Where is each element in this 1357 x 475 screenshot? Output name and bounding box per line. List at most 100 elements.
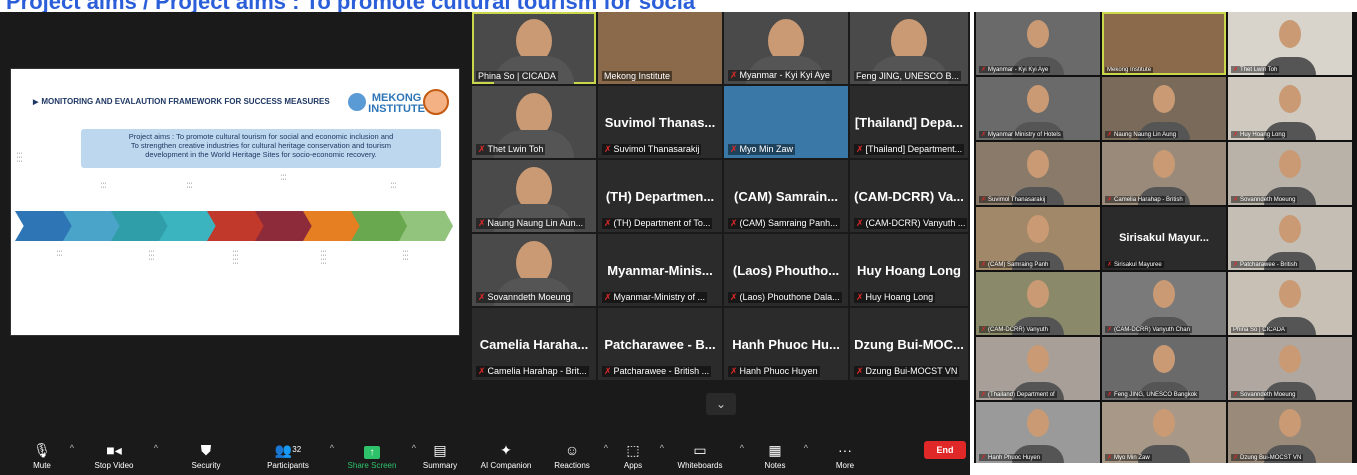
participant-tile[interactable]: ✗ Dzung Bui-MOCST VN	[1228, 402, 1352, 463]
participant-tile[interactable]: Camelia Haraha... ✗ Camelia Harahap - Bri…	[472, 308, 596, 380]
participant-tile[interactable]: (Laos) Phoutho... ✗ (Laos) Phouthone Dala…	[724, 234, 848, 306]
participant-tile[interactable]: Suvimol Thanas... ✗ Suvimol Thanasarakij	[598, 86, 722, 158]
stop-video-button[interactable]: ■◂ Stop Video ^	[84, 441, 159, 470]
chevron-up-icon[interactable]: ^	[412, 443, 416, 453]
participant-name: ✗ (CAM-DCRR) Vanyuth ...	[854, 218, 968, 229]
chevron-up-icon[interactable]: ^	[740, 443, 744, 453]
participant-tile[interactable]: Sirisakul Mayur... ✗ Sirisakul Mayuree	[1102, 207, 1226, 270]
shared-screen-slide: MONITORING AND EVALAUTION FRAMEWORK FOR …	[10, 68, 460, 336]
participant-tile[interactable]: ✗ Naung Naung Lin Aung	[1102, 77, 1226, 140]
muted-mic-icon: ✗	[856, 292, 864, 302]
participant-tile[interactable]: ✗ Sovanndeth Moeung	[472, 234, 596, 306]
notes-button[interactable]: ▦ Notes ^	[756, 441, 808, 470]
participant-tile[interactable]: ✗ Thet Lwin Toh	[472, 86, 596, 158]
participant-tile[interactable]: ✗ Sovanndeth Moeung	[1228, 337, 1352, 400]
participant-tile[interactable]: ✗ Camelia Harahap - British	[1102, 142, 1226, 205]
muted-mic-icon: ✗	[981, 327, 987, 333]
participant-display-name: Patcharawee - B...	[604, 336, 716, 352]
chevron-up-icon[interactable]: ^	[604, 443, 608, 453]
participant-tile[interactable]: ✗ (CAM-DCRR) Vanyuth	[976, 272, 1100, 335]
muted-mic-icon: ✗	[1107, 262, 1113, 268]
participant-display-name: Sirisakul Mayur...	[1119, 232, 1209, 245]
participant-tile[interactable]: [Thailand] Depa... ✗ [Thailand] Departmen…	[850, 86, 968, 158]
participant-tile[interactable]: ✗ Myanmar - Kyi Kyi Aye	[976, 12, 1100, 75]
participant-tile[interactable]: Huy Hoang Long ✗ Huy Hoang Long	[850, 234, 968, 306]
participant-tile[interactable]: (CAM-DCRR) Va... ✗ (CAM-DCRR) Vanyuth ...	[850, 160, 968, 232]
participant-display-name: Suvimol Thanas...	[604, 114, 716, 130]
participant-tile[interactable]: ✗ Naung Naung Lin Aun...	[472, 160, 596, 232]
framework-note: ▪ ▪ ▪ ▪ ▪ ▪	[391, 181, 396, 189]
meeting-toolbar: 🎙 Mute ^ ■◂ Stop Video ^ ⛊ Security 👥32 Partic…	[0, 437, 970, 475]
participant-tile[interactable]: Phina So | CICADA	[472, 12, 596, 84]
security-button[interactable]: ⛊ Security	[184, 441, 228, 470]
participant-name: ✗ (CAM) Samraing Panh...	[728, 218, 840, 229]
participant-tile[interactable]: Phina So | CICADA	[1228, 272, 1352, 335]
participant-tile[interactable]: Hanh Phuoc Hu... ✗ Hanh Phuoc Huyen	[724, 308, 848, 380]
participant-tile[interactable]: ✗ Huy Hoang Long	[1228, 77, 1352, 140]
participant-tile[interactable]: ✗ Myanmar - Kyi Kyi Aye	[724, 12, 848, 84]
ai-companion-button[interactable]: ✦ AI Companion	[474, 441, 538, 470]
muted-mic-icon: ✗	[604, 218, 612, 228]
zoom-meeting-window: MONITORING AND EVALAUTION FRAMEWORK FOR …	[0, 12, 970, 475]
participant-tile[interactable]: ✗ Suvimol Thanasarakij	[976, 142, 1100, 205]
participant-display-name: Dzung Bui-MOC...	[854, 336, 964, 352]
participant-tile[interactable]: (TH) Departmen... ✗ (TH) Department of To…	[598, 160, 722, 232]
share-screen-button[interactable]: ↑ Share Screen ^	[342, 441, 416, 470]
muted-mic-icon: ✗	[478, 292, 486, 302]
participants-button[interactable]: 👥32 Participants ^	[256, 441, 334, 470]
participants-icon: 👥32	[274, 442, 302, 458]
muted-mic-icon: ✗	[981, 392, 987, 398]
chevron-up-icon[interactable]: ^	[660, 443, 664, 453]
participant-display-name: (Laos) Phoutho...	[732, 262, 840, 278]
participant-tile[interactable]: ✗ Sovanndeth Moeung	[1228, 142, 1352, 205]
share-screen-icon: ↑	[342, 441, 402, 459]
participant-name: ✗ Patcharawee - British ...	[602, 366, 712, 377]
chevron-up-icon[interactable]: ^	[154, 443, 158, 453]
participant-tile[interactable]: ✗ Myo Min Zaw	[1102, 402, 1226, 463]
more-button[interactable]: ··· More	[828, 441, 862, 470]
participant-name: ✗ Thet Lwin Toh	[476, 144, 546, 155]
participant-name: Phina So | CICADA	[476, 71, 558, 81]
participant-tile[interactable]: Mekong Institute	[1102, 12, 1226, 75]
participant-tile[interactable]: Feng JING, UNESCO B...	[850, 12, 968, 84]
participant-tile[interactable]: ✗ Patcharawee - British	[1228, 207, 1352, 270]
mute-button[interactable]: 🎙 Mute ^	[24, 441, 74, 470]
end-meeting-button[interactable]: End	[924, 441, 966, 459]
participant-tile[interactable]: ✗ Myo Min Zaw	[724, 86, 848, 158]
participant-name: ✗ Suvimol Thanasarakij	[602, 144, 702, 155]
sparkle-icon: ✦	[500, 442, 512, 458]
participant-tile[interactable]: ✗ Hanh Phuoc Huyen	[976, 402, 1100, 463]
participant-tile[interactable]: Mekong Institute	[598, 12, 722, 84]
framework-note: ▪ ▪ ▪ ▪ ▪ ▪	[101, 181, 106, 189]
muted-mic-icon: ✗	[1233, 262, 1239, 268]
participant-tile[interactable]: ✗ (CAM) Samraing Panh	[976, 207, 1100, 270]
participant-tile[interactable]: Patcharawee - B... ✗ Patcharawee - Britis…	[598, 308, 722, 380]
chevron-up-icon[interactable]: ^	[70, 443, 74, 453]
participant-tile[interactable]: Myanmar-Minis... ✗ Myanmar-Ministry of ..…	[598, 234, 722, 306]
second-gallery-view: ✗ Myanmar - Kyi Kyi Aye Mekong Institute …	[974, 12, 1357, 463]
participant-tile[interactable]: Dzung Bui-MOC... ✗ Dzung Bui-MOCST VN	[850, 308, 968, 380]
chevron-up-icon[interactable]: ^	[804, 443, 808, 453]
chevron-up-icon[interactable]: ^	[330, 443, 334, 453]
muted-mic-icon: ✗	[604, 292, 612, 302]
participant-name: ✗ (TH) Department of To...	[602, 218, 713, 229]
partner-seal-logo	[423, 89, 449, 115]
framework-note: ▪ ▪ ▪ ▪ ▪ ▪ ▪ ▪ ▪ ▪ ▪ ▪	[233, 249, 238, 265]
participant-tile[interactable]: ✗ Thet Lwin Toh	[1228, 12, 1352, 75]
apps-button[interactable]: ⬚ Apps ^	[616, 441, 664, 470]
muted-mic-icon: ✗	[856, 366, 864, 376]
participant-tile[interactable]: ✗ (CAM-DCRR) Vanyuth Chan	[1102, 272, 1226, 335]
apps-icon: ⬚	[626, 442, 640, 458]
participant-tile[interactable]: ✗ Myanmar Ministry of Hotels	[976, 77, 1100, 140]
participant-tile[interactable]: ✗ (Thailand) Department of	[976, 337, 1100, 400]
participant-tile[interactable]: ✗ Feng JING, UNESCO Bangkok	[1102, 337, 1226, 400]
muted-mic-icon: ✗	[981, 67, 987, 73]
participant-display-name: Camelia Haraha...	[479, 336, 589, 352]
whiteboards-button[interactable]: ▭ Whiteboards ^	[670, 441, 744, 470]
muted-mic-icon: ✗	[478, 366, 486, 376]
participant-display-name: (CAM-DCRR) Va...	[854, 188, 964, 204]
gallery-next-page-button[interactable]: ⌄	[706, 393, 736, 415]
reactions-button[interactable]: ☺ Reactions ^	[550, 441, 608, 470]
summary-button[interactable]: ▤ Summary	[418, 441, 462, 470]
participant-tile[interactable]: (CAM) Samrain... ✗ (CAM) Samraing Panh...	[724, 160, 848, 232]
